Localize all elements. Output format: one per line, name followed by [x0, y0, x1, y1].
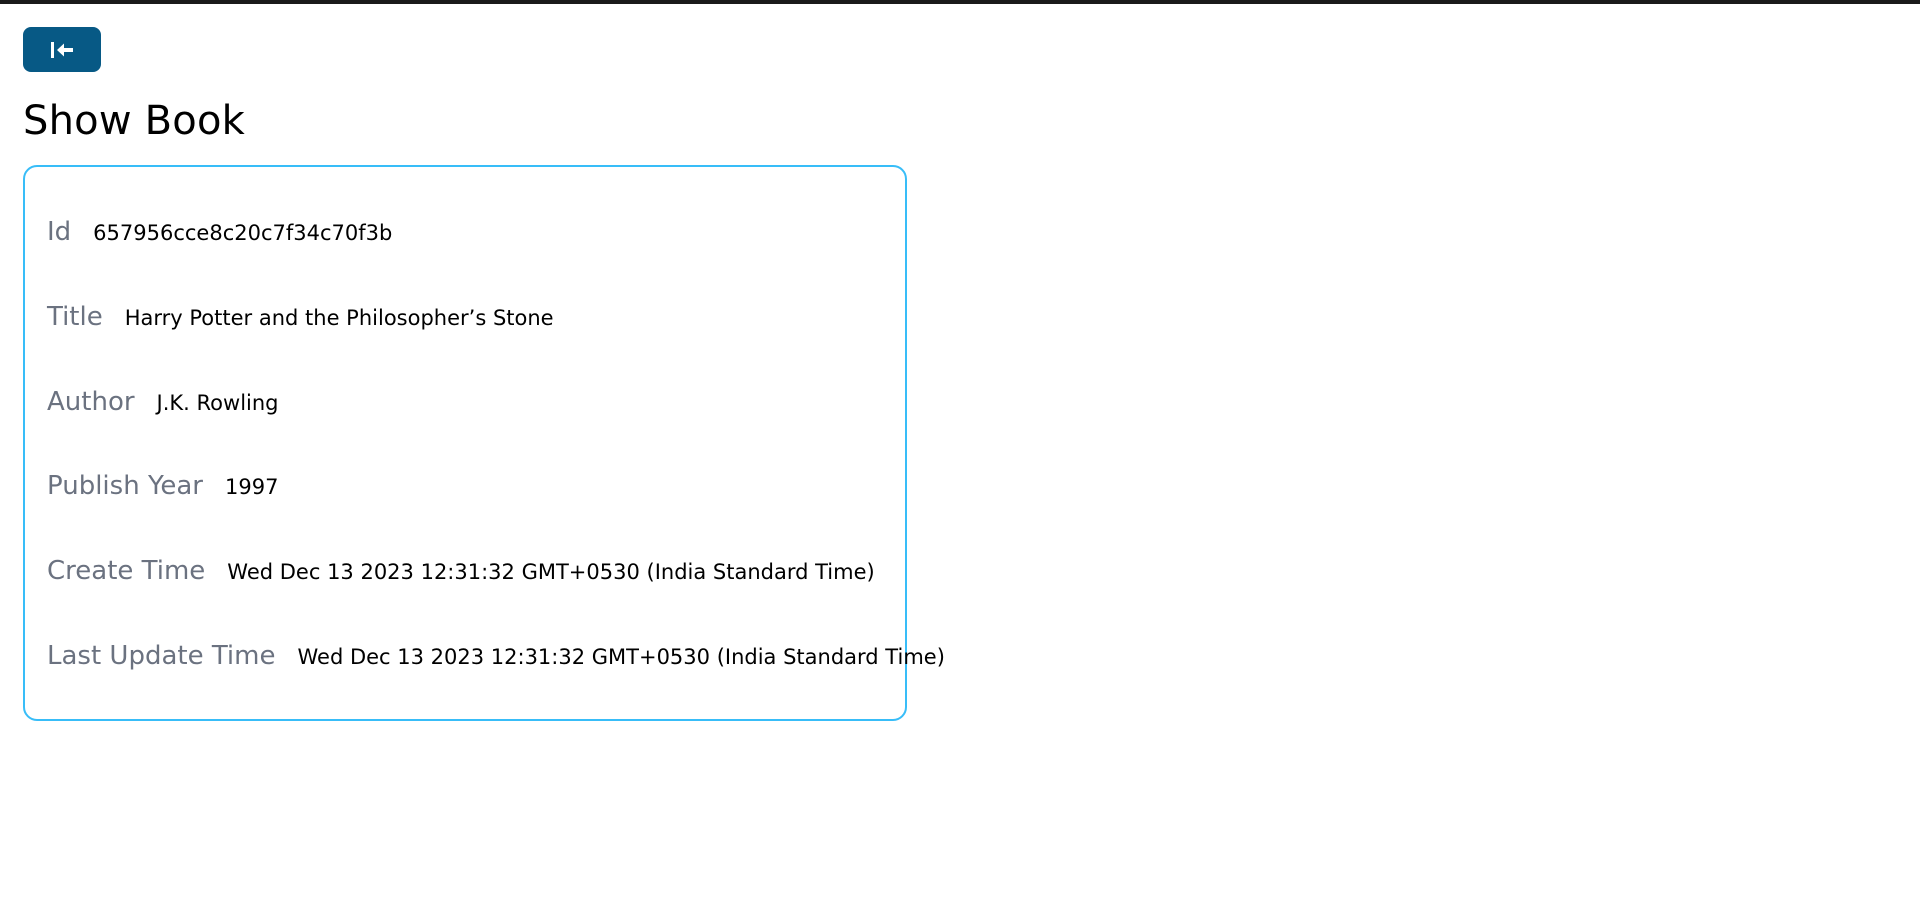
field-label: Id	[47, 217, 72, 247]
field-label: Create Time	[47, 556, 206, 586]
book-details-card: Id 657956cce8c20c7f34c70f3b Title Harry …	[23, 165, 945, 721]
field-label: Title	[47, 302, 103, 332]
field-value: J.K. Rowling	[156, 391, 279, 415]
field-row-author: Author J.K. Rowling	[47, 387, 279, 417]
field-row-create-time: Create Time Wed Dec 13 2023 12:31:32 GMT…	[47, 556, 875, 586]
field-row-publish-year: Publish Year 1997	[47, 471, 278, 501]
field-value: Wed Dec 13 2023 12:31:32 GMT+0530 (India…	[227, 560, 875, 584]
field-label: Author	[47, 387, 135, 417]
arrow-left-to-line-icon	[49, 40, 75, 60]
page-title: Show Book	[23, 98, 245, 144]
page-container: Show Book Id 657956cce8c20c7f34c70f3b Ti…	[23, 27, 945, 721]
field-label: Last Update Time	[47, 641, 276, 671]
field-value: 657956cce8c20c7f34c70f3b	[93, 221, 393, 245]
field-value: Harry Potter and the Philosopher’s Stone	[124, 306, 554, 330]
field-value: 1997	[225, 475, 279, 499]
top-border	[0, 0, 1920, 4]
field-label: Publish Year	[47, 471, 203, 501]
field-row-id: Id 657956cce8c20c7f34c70f3b	[47, 217, 392, 247]
field-row-title: Title Harry Potter and the Philosopher’s…	[47, 302, 554, 332]
field-row-last-update-time: Last Update Time Wed Dec 13 2023 12:31:3…	[47, 641, 945, 671]
field-value: Wed Dec 13 2023 12:31:32 GMT+0530 (India…	[297, 645, 945, 669]
back-button[interactable]	[23, 27, 101, 72]
